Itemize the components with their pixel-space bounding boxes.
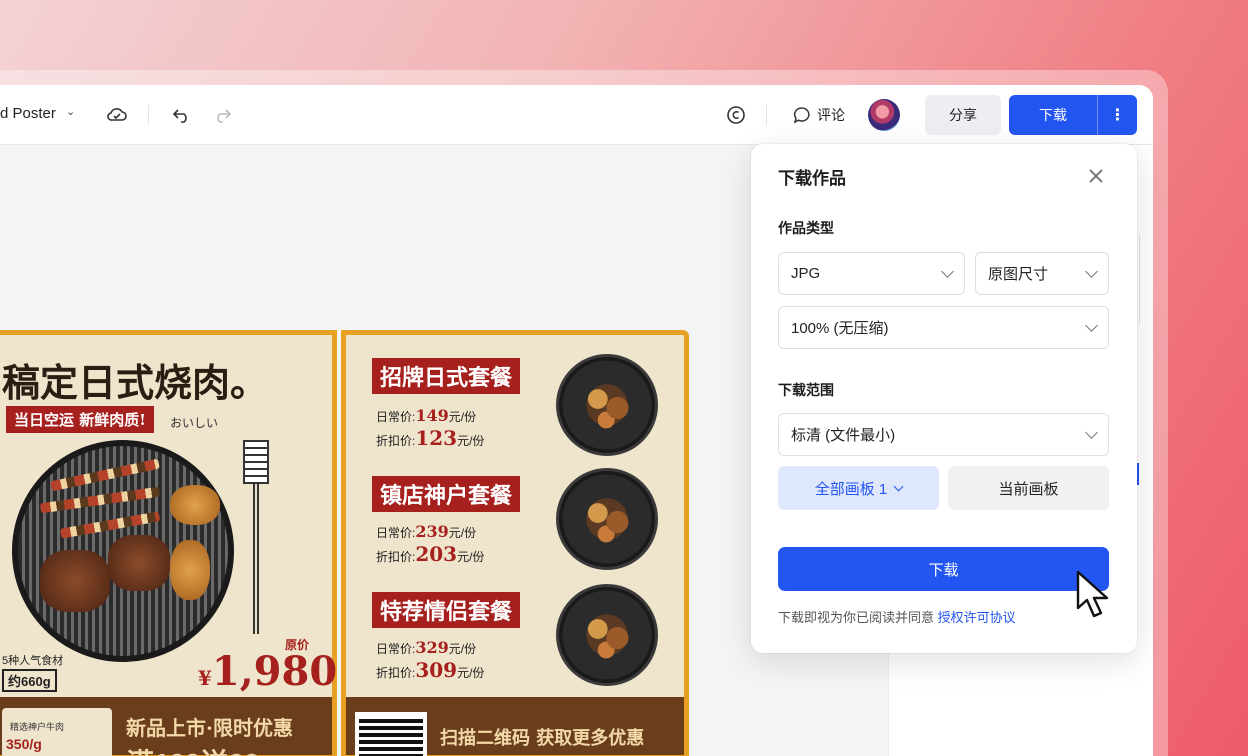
share-button[interactable]: 分享 [925, 95, 1001, 135]
wing-image [170, 485, 220, 525]
chevron-down-icon[interactable]: ⌄ [66, 105, 75, 118]
panel-divider [1139, 235, 1140, 323]
confirm-download-button[interactable]: 下载 [778, 547, 1109, 591]
chevron-down-icon [1085, 319, 1098, 332]
spatula-illustration [243, 440, 273, 640]
set-image-1 [556, 354, 658, 456]
set-title-2: 镇店神户套餐 [372, 476, 521, 512]
dialog-title: 下载作品 [778, 169, 846, 188]
comment-label: 评论 [817, 107, 845, 123]
footer-qr-text: 扫描二维码 获取更多优惠 [440, 728, 645, 749]
set-sale-price-3: 折扣价:309元/份 [376, 658, 485, 682]
wing-image [170, 540, 210, 600]
poster-tag: 当日空运 新鲜肉质! [6, 406, 154, 433]
chevron-down-icon [941, 265, 954, 278]
range-section-label: 下载范围 [778, 382, 834, 398]
download-button[interactable]: 下载 [1009, 95, 1097, 135]
poster-title: 稿定日式烧肉。 [2, 360, 269, 405]
undo-icon[interactable] [170, 103, 194, 127]
set-sale-price-2: 折扣价:203元/份 [376, 542, 485, 566]
panel-accent-marker [1137, 463, 1139, 485]
chevron-down-icon [1085, 265, 1098, 278]
currency-symbol: ¥ [198, 666, 212, 690]
footer-label-small: 精选神户牛肉 [10, 722, 65, 732]
poster-jp-text: おいしい [170, 416, 219, 430]
more-options-icon[interactable]: ⋮ [1097, 95, 1137, 135]
resolution-select-value: 标清 (文件最小) [791, 427, 896, 444]
footer-label-weight: 350/g [6, 736, 42, 752]
footer-label-card: 精选神户牛肉 350/g [2, 708, 112, 756]
resolution-select[interactable]: 标清 (文件最小) [778, 413, 1109, 456]
quality-select[interactable]: 100% (无压缩) [778, 306, 1109, 349]
format-select-value: JPG [791, 265, 821, 282]
close-icon[interactable] [1084, 164, 1108, 188]
set-title-1: 招牌日式套餐 [372, 358, 521, 394]
mouse-cursor-icon [1076, 570, 1109, 618]
size-select[interactable]: 原图尺寸 [975, 252, 1109, 295]
all-boards-option[interactable]: 全部画板 1 [778, 466, 939, 510]
comment-button[interactable]: 评论 [793, 103, 845, 127]
license-agreement-link[interactable]: 授权许可协议 [938, 610, 1016, 625]
set-image-2 [556, 468, 658, 570]
set-image-3 [556, 584, 658, 686]
toolbar-divider [148, 105, 149, 125]
set-daily-price-1: 日常价:149元/份 [376, 406, 477, 425]
steak-image [40, 550, 110, 612]
qr-code-image [355, 712, 427, 756]
footer-promo-text: 新品上市·限时优惠 [126, 716, 293, 740]
poster-canvas[interactable]: 稿定日式烧肉。 当日空运 新鲜肉质! おいしい 原价 ¥1,980 5种人气食材… [0, 330, 690, 756]
steak-image [108, 535, 170, 591]
document-title[interactable]: d Poster [0, 105, 56, 122]
size-select-value: 原图尺寸 [988, 266, 1049, 283]
set-daily-price-2: 日常价:239元/份 [376, 522, 477, 541]
agreement-prefix: 下载即视为你已阅读并同意 [778, 610, 935, 625]
comment-icon [793, 107, 810, 124]
current-board-option[interactable]: 当前画板 [948, 466, 1109, 510]
footer-promo-text-2: 满199送99 [126, 742, 260, 756]
combo-text: 5种人气食材 [2, 655, 64, 667]
download-split-button: 下载 ⋮ [1009, 95, 1137, 135]
current-board-label: 当前画板 [998, 480, 1059, 498]
cloud-sync-icon[interactable] [105, 103, 129, 127]
format-select[interactable]: JPG [778, 252, 965, 295]
avatar[interactable] [868, 99, 900, 131]
chevron-down-icon [1085, 426, 1098, 439]
type-section-label: 作品类型 [778, 220, 834, 236]
redo-icon[interactable] [210, 103, 234, 127]
copyright-icon[interactable] [724, 103, 748, 127]
poster-price: ¥1,980 [198, 648, 337, 695]
toolbar-divider [766, 105, 767, 125]
weight-badge: 约660g [2, 669, 57, 692]
set-sale-price-1: 折扣价:123元/份 [376, 426, 485, 450]
price-value: 1,980 [211, 648, 338, 695]
set-title-3: 特荐情侣套餐 [372, 592, 521, 628]
agreement-text: 下载即视为你已阅读并同意 授权许可协议 [778, 607, 1016, 626]
chevron-down-icon [893, 481, 904, 491]
quality-select-value: 100% (无压缩) [791, 320, 889, 337]
set-daily-price-3: 日常价:329元/份 [376, 638, 477, 657]
top-toolbar: d Poster ⌄ 评论 分享 下载 ⋮ [0, 85, 1153, 145]
all-boards-label: 全部画板 1 [814, 480, 888, 498]
